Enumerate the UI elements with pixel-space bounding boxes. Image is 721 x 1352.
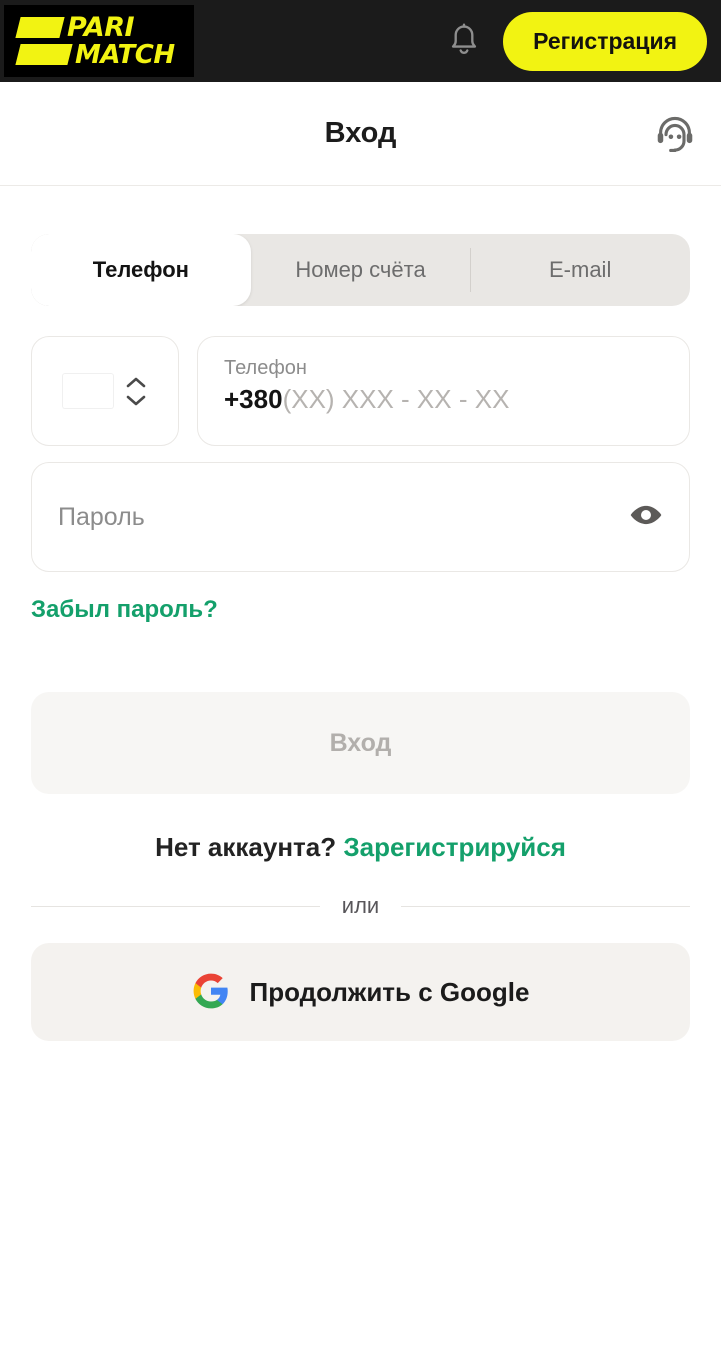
tab-account-number[interactable]: Номер счёта (251, 234, 471, 306)
phone-row: Телефон +380 (XX) XXX - XX - XX (31, 336, 690, 446)
logo-line-match: MATCH (15, 39, 175, 70)
top-bar: PARI MATCH Регистрация (0, 0, 721, 82)
signup-prompt-row: Нет аккаунта? Зарегистрируйся (31, 832, 690, 863)
logo-slab-icon (15, 44, 73, 65)
phone-input-value: +380 (XX) XXX - XX - XX (224, 384, 663, 415)
or-divider: или (31, 893, 691, 919)
google-button-label: Продолжить с Google (249, 976, 530, 1007)
or-label: или (341, 893, 380, 918)
divider-line-right (401, 905, 691, 907)
password-placeholder: Пароль (58, 502, 145, 531)
divider-line-left (31, 905, 320, 907)
eye-icon[interactable] (629, 498, 663, 537)
login-submit-button[interactable]: Вход (31, 692, 690, 794)
continue-with-google-button[interactable]: Продолжить с Google (31, 943, 690, 1041)
signup-link[interactable]: Зарегистрируйся (343, 832, 566, 862)
page-title: Вход (324, 117, 397, 149)
password-input[interactable]: Пароль (31, 462, 690, 572)
logo-text-match: MATCH (75, 39, 175, 70)
signup-prompt-text: Нет аккаунта? (155, 832, 337, 862)
bell-icon[interactable] (447, 23, 481, 59)
login-method-tabs: Телефон Номер счёта E-mail (31, 234, 690, 306)
phone-input-mask: (XX) XXX - XX - XX (282, 384, 510, 414)
forgot-password-link[interactable]: Забыл пароль? (31, 596, 218, 624)
chevron-up-down-icon (125, 376, 147, 407)
tab-email[interactable]: E-mail (470, 234, 690, 306)
page-header: Вход (0, 82, 721, 186)
logo-slab-icon (15, 17, 65, 38)
top-bar-actions: Регистрация (447, 11, 707, 71)
country-code-selector[interactable] (31, 336, 179, 446)
tab-phone[interactable]: Телефон (31, 234, 251, 306)
phone-country-prefix: +380 (224, 384, 283, 414)
logo-line-pari: PARI (15, 12, 135, 43)
login-form-container: Телефон Номер счёта E-mail Телефон +380 … (0, 186, 721, 1041)
phone-input-label: Телефон (224, 357, 307, 379)
parimatch-logo[interactable]: PARI MATCH (4, 5, 194, 77)
google-g-icon (192, 972, 230, 1013)
phone-input[interactable]: Телефон +380 (XX) XXX - XX - XX (197, 336, 690, 446)
register-button[interactable]: Регистрация (503, 11, 707, 71)
logo-text-pari: PARI (67, 12, 135, 43)
ukraine-flag-icon (63, 374, 113, 408)
